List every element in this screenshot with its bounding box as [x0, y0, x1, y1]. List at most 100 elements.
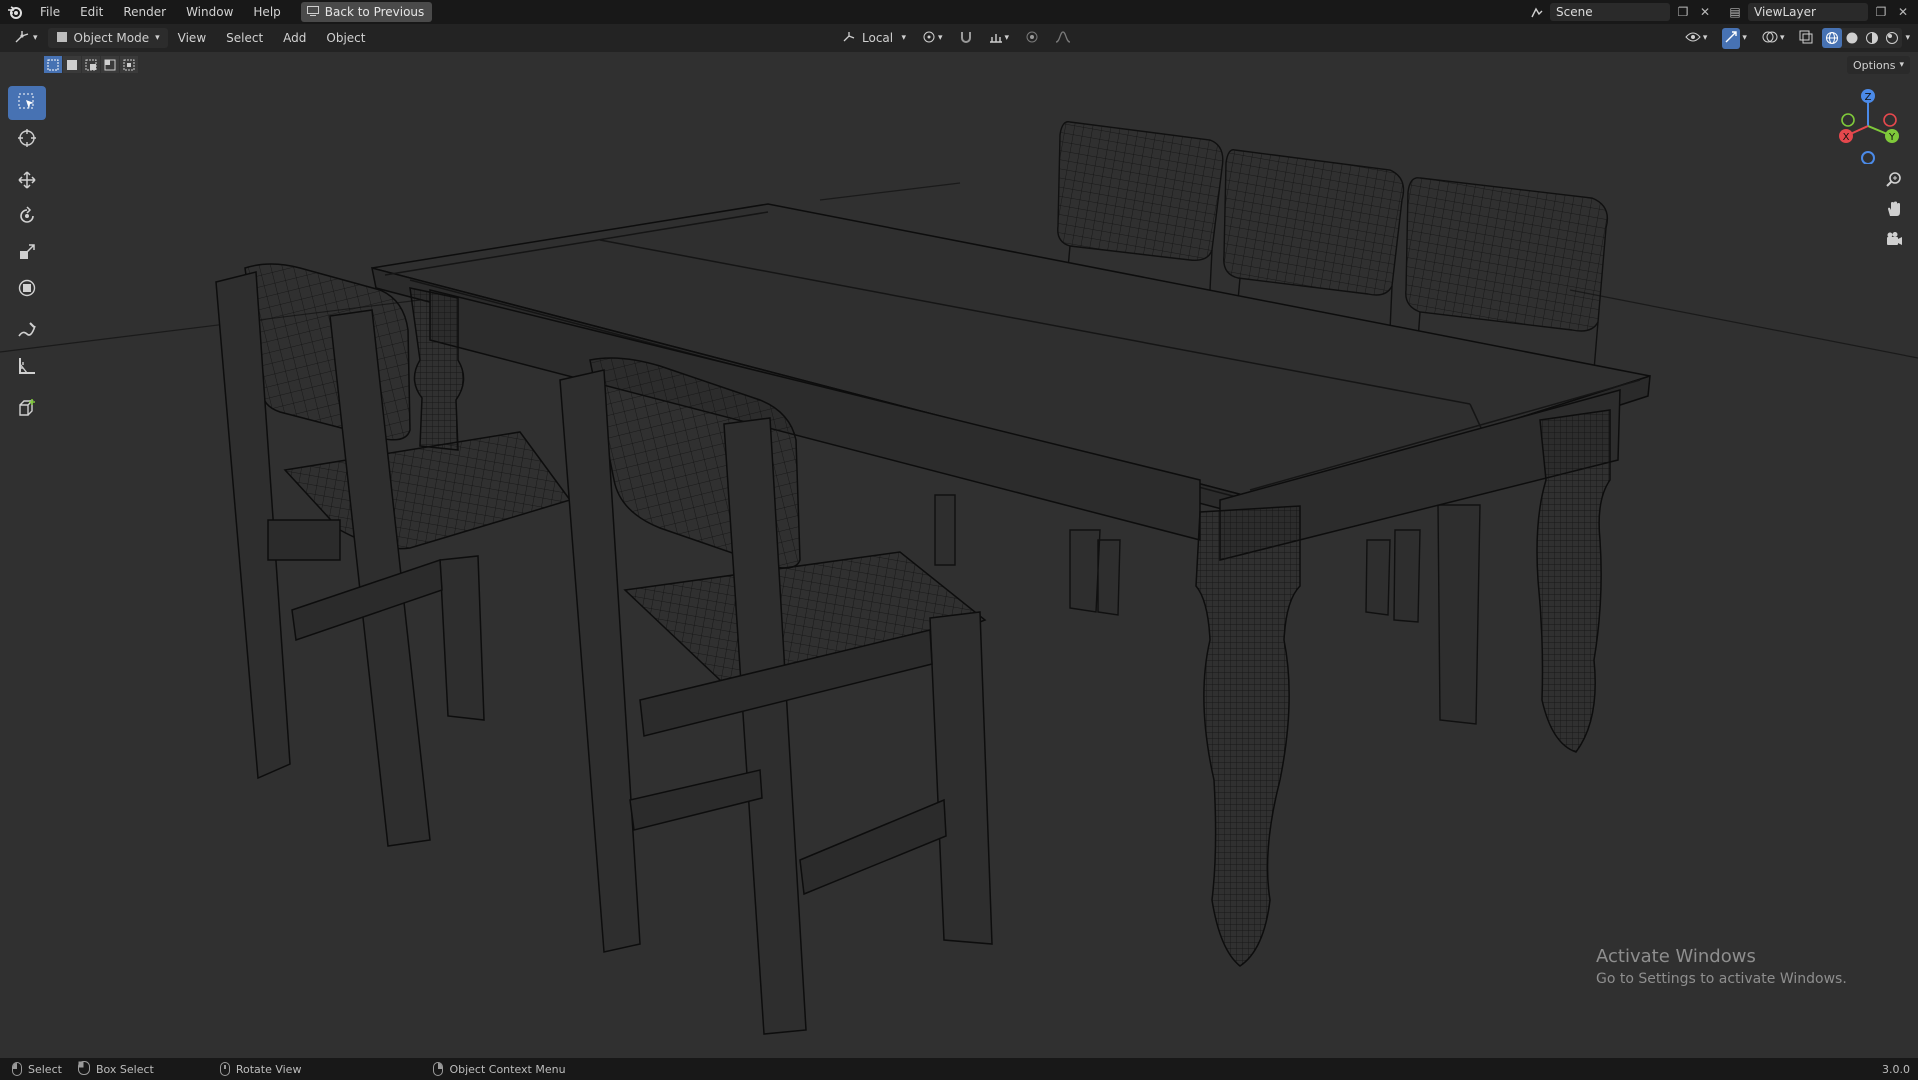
- falloff-curve-icon: [1055, 30, 1071, 46]
- transform-tools: Local ▾ ▾ ▾: [836, 28, 1077, 48]
- material-shading-icon[interactable]: [1862, 28, 1882, 48]
- status-context-menu-label: Object Context Menu: [449, 1062, 566, 1076]
- menu-render[interactable]: Render: [113, 0, 176, 24]
- ruler-icon: [17, 356, 37, 379]
- status-box-select-label: Box Select: [95, 1062, 154, 1076]
- scale-tool[interactable]: [8, 236, 46, 270]
- object-mode-icon: [56, 31, 68, 46]
- viewport-header: ▾ Object Mode ▾ View Select Add Object L…: [0, 24, 1918, 52]
- view-layer-selector[interactable]: ViewLayer: [1748, 3, 1868, 21]
- camera-view-button[interactable]: [1880, 226, 1908, 254]
- magnet-icon: [959, 30, 973, 47]
- chevron-down-icon: ▾: [1004, 33, 1010, 43]
- measure-tool[interactable]: [8, 350, 46, 384]
- editor-type-button[interactable]: ▾: [8, 28, 44, 48]
- status-bar: Select Box Select Rotate View Object Con…: [0, 1058, 1918, 1080]
- chevron-down-icon: ▾: [155, 33, 160, 43]
- visibility-dropdown[interactable]: ▾: [1679, 28, 1714, 48]
- wireframe-shading-icon[interactable]: [1822, 28, 1843, 48]
- x-axis-label: X: [1843, 132, 1850, 143]
- new-view-layer-icon[interactable]: ❐: [1872, 3, 1890, 21]
- overlays-toggle[interactable]: ▾: [1756, 28, 1791, 48]
- select-mode-group: [44, 56, 138, 73]
- camera-icon: [1885, 230, 1903, 251]
- scale-icon: [17, 242, 37, 265]
- menu-view[interactable]: View: [168, 31, 216, 45]
- back-to-previous-button[interactable]: Back to Previous: [300, 2, 433, 22]
- object-mode-dropdown[interactable]: Object Mode ▾: [47, 28, 168, 48]
- gizmo-icon: [1722, 27, 1741, 49]
- overlays-icon: [1762, 30, 1778, 47]
- shading-mode-group: [1822, 28, 1903, 48]
- box-select-icon: [77, 1060, 90, 1078]
- view-layer-icon[interactable]: ▤: [1726, 3, 1744, 21]
- proportional-edit-toggle[interactable]: [1019, 28, 1045, 48]
- navigation-gizmo[interactable]: Z Y X: [1830, 84, 1910, 165]
- hand-icon: [1885, 200, 1903, 221]
- 3d-viewport[interactable]: Z Y X Activate Windows Go to Settings to…: [0, 52, 1918, 1058]
- xray-toggle[interactable]: [1793, 28, 1819, 48]
- mouse-right-icon: [433, 1062, 444, 1076]
- rotate-tool[interactable]: [8, 200, 46, 234]
- annotate-tool[interactable]: [8, 314, 46, 348]
- mode-label: Object Mode: [73, 31, 150, 45]
- mouse-middle-icon: [219, 1062, 230, 1076]
- pan-view-button[interactable]: [1880, 196, 1908, 224]
- move-icon: [17, 170, 37, 193]
- gizmo-toggle[interactable]: ▾: [1716, 27, 1753, 49]
- transform-orientation-dropdown[interactable]: Local ▾: [836, 28, 912, 48]
- menu-select[interactable]: Select: [216, 31, 273, 45]
- status-rotate-view: Rotate View: [219, 1062, 301, 1076]
- select-subtract-icon[interactable]: [82, 56, 100, 73]
- menu-window[interactable]: Window: [176, 0, 243, 24]
- select-extend-icon[interactable]: [63, 56, 81, 73]
- pivot-icon: [922, 30, 936, 47]
- snap-toggle[interactable]: [953, 28, 979, 48]
- solid-shading-icon[interactable]: [1842, 28, 1862, 48]
- cursor-tool[interactable]: [8, 122, 46, 156]
- scene-selector[interactable]: Scene: [1550, 3, 1670, 21]
- y-axis-label: Y: [1888, 132, 1896, 143]
- scene-icon[interactable]: [1528, 3, 1546, 21]
- move-tool[interactable]: [8, 164, 46, 198]
- options-dropdown[interactable]: Options ▾: [1847, 56, 1910, 74]
- chevron-down-icon: ▾: [1702, 33, 1708, 43]
- falloff-dropdown[interactable]: [1049, 28, 1077, 48]
- menu-edit[interactable]: Edit: [70, 0, 113, 24]
- pivot-point-dropdown[interactable]: ▾: [916, 28, 949, 48]
- blender-logo-icon[interactable]: [0, 0, 30, 24]
- zoom-icon: [1885, 170, 1903, 191]
- orientation-icon: [842, 31, 856, 46]
- menu-object[interactable]: Object: [316, 31, 375, 45]
- orientation-label: Local: [862, 31, 894, 45]
- transform-tool[interactable]: [8, 272, 46, 306]
- xray-icon: [1799, 30, 1813, 47]
- select-box-tool[interactable]: [8, 86, 46, 120]
- rendered-shading-icon[interactable]: [1882, 28, 1902, 48]
- snap-target-dropdown[interactable]: ▾: [983, 28, 1016, 48]
- close-view-layer-icon[interactable]: ✕: [1894, 3, 1912, 21]
- menu-add[interactable]: Add: [273, 31, 316, 45]
- menu-help[interactable]: Help: [243, 0, 290, 24]
- menu-file[interactable]: File: [30, 0, 70, 24]
- chevron-down-icon: ▾: [33, 33, 38, 43]
- select-box-icon: [17, 92, 37, 115]
- options-label: Options: [1853, 58, 1896, 72]
- select-invert-icon[interactable]: [101, 56, 119, 73]
- add-cube-tool[interactable]: [8, 392, 46, 426]
- zoom-view-button[interactable]: [1880, 166, 1908, 194]
- select-intersect-icon[interactable]: [120, 56, 138, 73]
- scene-name: Scene: [1556, 5, 1593, 19]
- screen-icon: [306, 5, 319, 19]
- tool-shelf: [8, 86, 46, 426]
- chevron-down-icon: ▾: [1899, 60, 1904, 70]
- transform-icon: [17, 278, 37, 301]
- activate-subtitle: Go to Settings to activate Windows.: [1596, 971, 1847, 987]
- status-select-label: Select: [28, 1062, 62, 1076]
- cube-add-icon: [17, 398, 37, 421]
- select-new-icon[interactable]: [44, 56, 62, 73]
- chevron-down-icon[interactable]: ▾: [1905, 33, 1910, 43]
- new-scene-icon[interactable]: ❐: [1674, 3, 1692, 21]
- close-scene-icon[interactable]: ✕: [1696, 3, 1714, 21]
- status-select: Select: [12, 1062, 62, 1076]
